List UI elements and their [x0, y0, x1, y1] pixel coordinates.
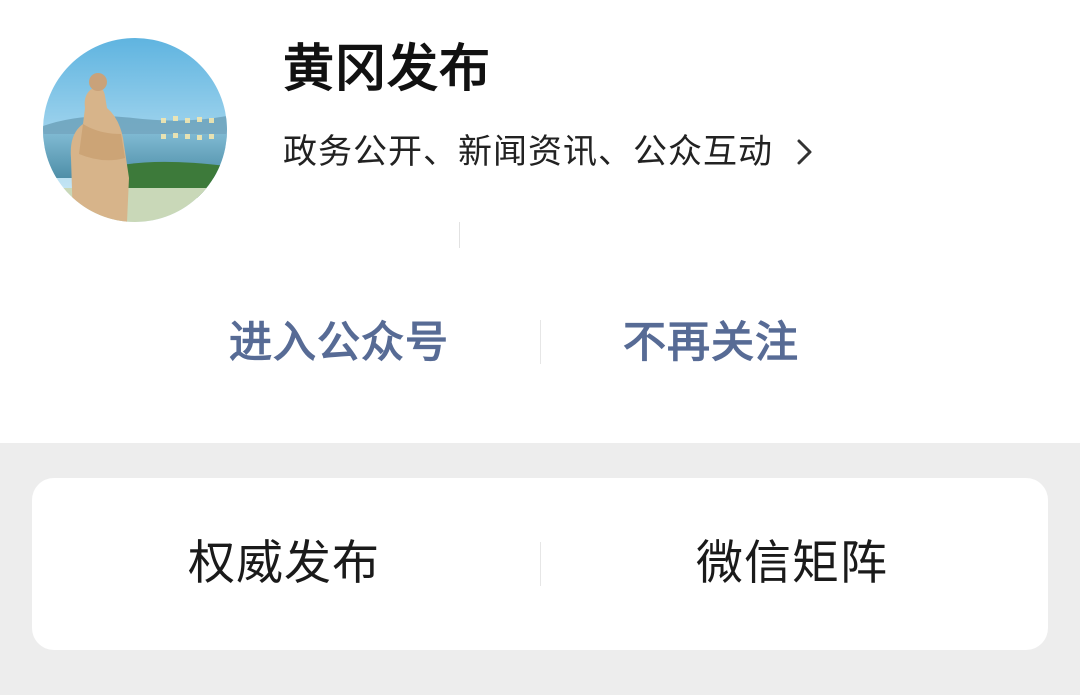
menu-divider	[540, 542, 541, 586]
enter-account-button[interactable]: 进入公众号	[229, 308, 449, 378]
chevron-right-icon	[791, 132, 819, 172]
action-divider	[540, 320, 541, 364]
account-name: 黄冈发布	[283, 40, 492, 99]
account-avatar[interactable]	[43, 38, 227, 222]
menu-item-authoritative-release[interactable]: 权威发布	[188, 478, 380, 650]
account-header-card: 黄冈发布 政务公开、新闻资讯、公众互动 进入公众号 不再关注	[0, 0, 1080, 443]
account-description: 政务公开、新闻资讯、公众互动	[283, 132, 773, 172]
unfollow-button[interactable]: 不再关注	[623, 308, 799, 378]
statue-lake-avatar-icon	[43, 38, 227, 222]
action-row: 进入公众号 不再关注	[0, 308, 1080, 378]
menu-item-wechat-matrix[interactable]: 微信矩阵	[696, 478, 888, 650]
account-description-link[interactable]: 政务公开、新闻资讯、公众互动	[283, 126, 819, 178]
divider	[459, 222, 460, 248]
account-menu-card: 权威发布 微信矩阵	[32, 478, 1048, 650]
